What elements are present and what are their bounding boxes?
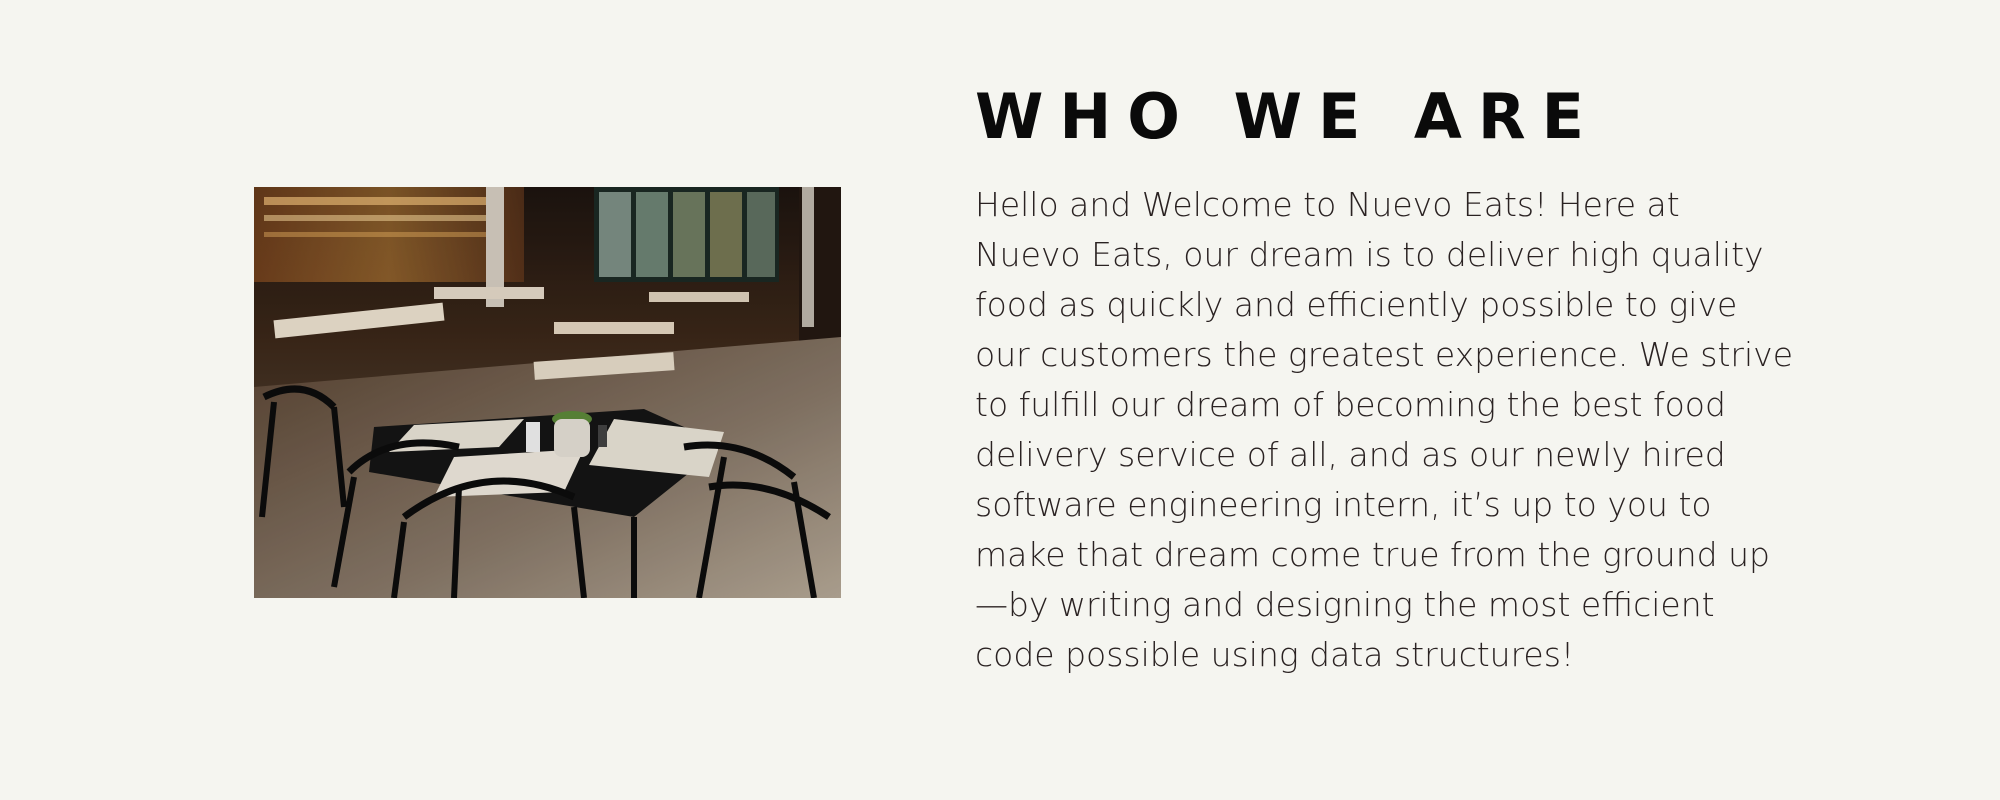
about-paragraph: Hello and Welcome to Nuevo Eats! Here at…	[975, 180, 1793, 680]
paragraph-line: code possible using data structures!	[975, 635, 1575, 674]
paragraph-line: to fulfill our dream of becoming the bes…	[975, 385, 1726, 424]
paragraph-line: Nuevo Eats, our dream is to deliver high…	[975, 235, 1764, 274]
paragraph-line: Hello and Welcome to Nuevo Eats! Here at	[975, 185, 1680, 224]
paragraph-line: our customers the greatest experience. W…	[975, 335, 1793, 374]
restaurant-interior-image	[254, 187, 841, 598]
paragraph-line: make that dream come true from the groun…	[975, 535, 1770, 574]
restaurant-photo	[254, 187, 841, 598]
paragraph-line: —by writing and designing the most effic…	[975, 585, 1715, 624]
paragraph-line: food as quickly and efficiently possible…	[975, 285, 1738, 324]
section-heading: WHO WE ARE	[975, 80, 1600, 153]
paragraph-line: delivery service of all, and as our newl…	[975, 435, 1726, 474]
paragraph-line: software engineering intern, it’s up to …	[975, 485, 1712, 524]
